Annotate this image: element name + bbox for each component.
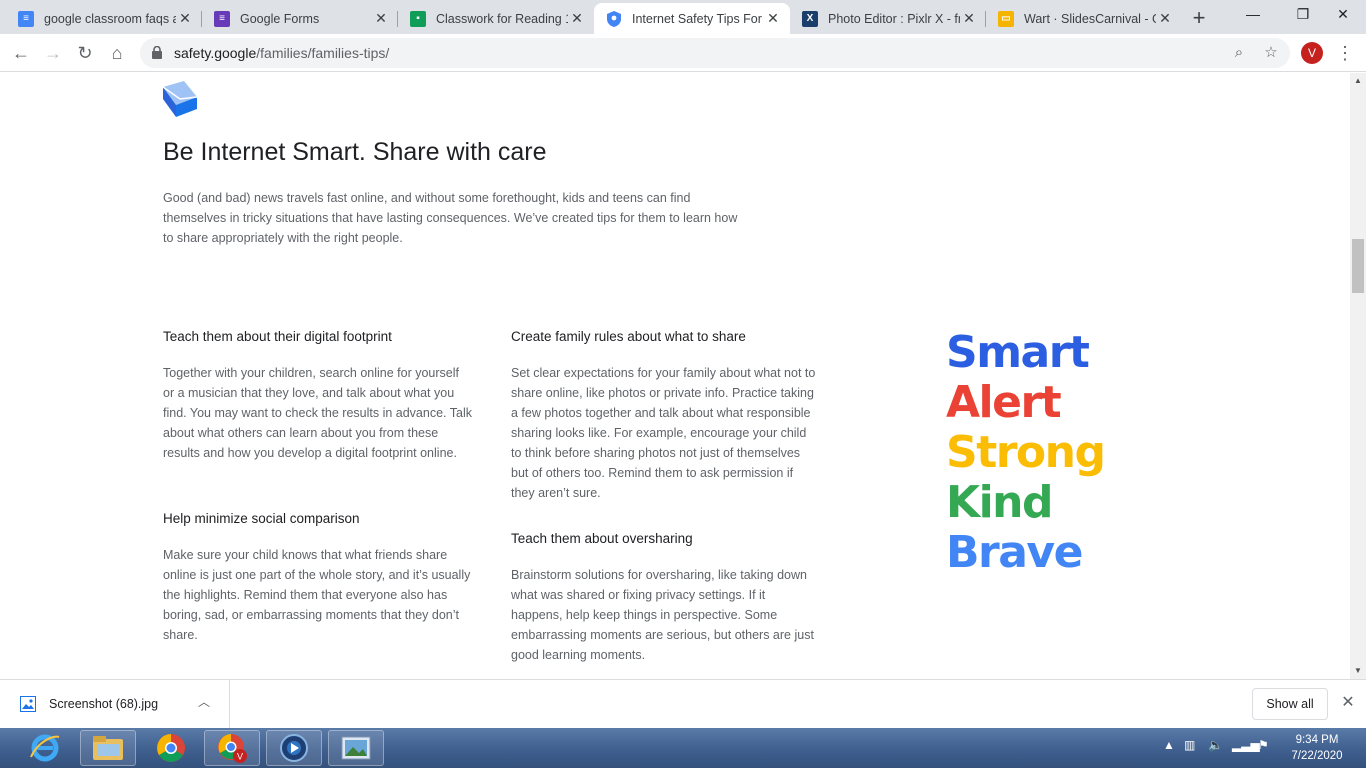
system-clock[interactable]: 9:34 PM 7/22/2020 — [1282, 732, 1352, 764]
tip-title-oversharing: Teach them about oversharing — [511, 531, 693, 546]
tab-strip: ≡ google classroom faqs a ✕ ≡ Google For… — [0, 0, 1366, 34]
tab-title: google classroom faqs a — [44, 11, 176, 26]
lock-icon — [152, 46, 162, 59]
close-download-bar-icon[interactable]: ✕ — [1338, 692, 1358, 714]
pixlr-icon: X — [802, 10, 818, 27]
close-icon[interactable]: ✕ — [568, 10, 586, 27]
url-text[interactable]: safety.google/families/families-tips/ — [174, 45, 389, 61]
photo-viewer-icon[interactable] — [328, 730, 384, 766]
close-icon[interactable]: ✕ — [176, 10, 194, 27]
tip-body-family-rules: Set clear expectations for your family a… — [511, 366, 816, 500]
minimize-button[interactable]: — — [1230, 0, 1276, 30]
tip-title-social-comparison: Help minimize social comparison — [163, 511, 360, 526]
forward-button[interactable]: → — [38, 38, 68, 68]
clock-date: 7/22/2020 — [1291, 750, 1343, 762]
intro-paragraph: Good (and bad) news travels fast online,… — [163, 191, 738, 245]
browser-toolbar: ← → ↻ ⌂ safety.google/families/families-… — [0, 34, 1366, 72]
forms-icon: ≡ — [214, 10, 230, 27]
show-all-button[interactable]: Show all — [1252, 688, 1328, 720]
volume-icon[interactable]: 🔈 — [1208, 738, 1223, 752]
close-icon[interactable]: ✕ — [960, 10, 978, 27]
word-brave: Brave — [946, 527, 1083, 578]
file-explorer-icon[interactable] — [80, 730, 136, 766]
url-path: /families/families-tips/ — [256, 45, 390, 61]
scroll-thumb[interactable] — [1352, 239, 1364, 293]
menu-icon[interactable]: ⋮ — [1336, 40, 1354, 66]
tab-title: Internet Safety Tips For I — [632, 11, 764, 26]
values-word-list: Smart Alert Strong Kind Brave — [946, 327, 1106, 578]
page-scrollbar[interactable]: ▲ ▼ — [1350, 73, 1366, 679]
zoom-icon[interactable]: ⌕ — [1228, 42, 1250, 64]
internet-explorer-icon[interactable] — [22, 730, 68, 766]
chrome-profile-icon[interactable]: V — [204, 730, 260, 766]
download-bar: Screenshot (68).jpg ︿ Show all ✕ — [0, 679, 1366, 728]
page-content: Be Internet Smart. Share with care Good … — [0, 73, 1350, 679]
back-button[interactable]: ← — [6, 38, 36, 68]
tab-google-classroom-faqs[interactable]: ≡ google classroom faqs a ✕ — [6, 3, 202, 34]
close-icon[interactable]: ✕ — [764, 10, 782, 27]
image-file-icon — [20, 696, 36, 712]
tip-body-digital-footprint: Together with your children, search onli… — [163, 366, 472, 460]
tab-title: Classwork for Reading 1( — [436, 11, 568, 26]
tab-title: Photo Editor : Pixlr X - fr — [828, 11, 960, 26]
tab-google-forms[interactable]: ≡ Google Forms ✕ — [202, 3, 398, 34]
shield-icon — [606, 10, 622, 27]
bookmark-star-icon[interactable]: ☆ — [1260, 42, 1282, 64]
slides-icon: ▭ — [998, 10, 1014, 27]
word-smart: Smart — [946, 327, 1090, 378]
tip-body-social-comparison: Make sure your child knows that what fri… — [163, 548, 471, 642]
tab-title: Wart · SlidesCarnival - G — [1024, 11, 1156, 26]
tab-slidescarnival[interactable]: ▭ Wart · SlidesCarnival - G ✕ — [986, 3, 1182, 34]
new-tab-button[interactable]: + — [1186, 5, 1212, 31]
home-button[interactable]: ⌂ — [102, 38, 132, 68]
download-file-name: Screenshot (68).jpg — [49, 697, 159, 711]
svg-text:V: V — [237, 752, 243, 762]
word-strong: Strong — [946, 427, 1106, 478]
tab-classwork[interactable]: ▪ Classwork for Reading 1( ✕ — [398, 3, 594, 34]
close-icon[interactable]: ✕ — [1156, 10, 1174, 27]
tip-title-digital-footprint: Teach them about their digital footprint — [163, 329, 392, 344]
show-hidden-icons-icon[interactable]: ▲ — [1163, 738, 1175, 752]
tab-title: Google Forms — [240, 11, 320, 26]
avatar[interactable]: V — [1301, 42, 1323, 64]
media-player-icon[interactable] — [266, 730, 322, 766]
tab-pixlr[interactable]: X Photo Editor : Pixlr X - fr ✕ — [790, 3, 986, 34]
address-bar[interactable]: safety.google/families/families-tips/ ⌕ … — [140, 38, 1290, 68]
reload-button[interactable]: ↻ — [70, 38, 100, 68]
windows-taskbar: V ▲ ▥ 🔈 ▂▃▅ ⚑ 9:34 PM 7/22/2020 — [0, 728, 1366, 768]
download-item[interactable]: Screenshot (68).jpg ︿ — [0, 680, 230, 728]
clock-time: 9:34 PM — [1295, 734, 1339, 746]
tip-body-oversharing: Brainstorm solutions for oversharing, li… — [511, 568, 814, 662]
word-alert: Alert — [946, 377, 1062, 428]
close-icon[interactable]: ✕ — [372, 10, 390, 27]
network-adapter-icon[interactable]: ▥ — [1184, 738, 1195, 752]
chevron-up-icon[interactable]: ︿ — [198, 693, 210, 710]
scroll-down-arrow[interactable]: ▼ — [1350, 663, 1366, 679]
envelope-icon — [162, 81, 198, 117]
page-title: Be Internet Smart. Share with care — [163, 138, 547, 166]
action-center-flag-icon[interactable]: ⚑ — [1258, 738, 1269, 752]
close-window-button[interactable]: ✕ — [1320, 0, 1366, 30]
tab-internet-safety[interactable]: Internet Safety Tips For I ✕ — [594, 3, 790, 34]
tip-title-family-rules: Create family rules about what to share — [511, 329, 746, 344]
word-kind: Kind — [946, 477, 1054, 528]
scroll-up-arrow[interactable]: ▲ — [1350, 73, 1366, 89]
chrome-icon[interactable] — [144, 730, 198, 766]
docs-icon: ≡ — [18, 10, 34, 27]
url-domain: safety.google — [174, 45, 257, 61]
classroom-icon: ▪ — [410, 10, 426, 27]
signal-icon[interactable]: ▂▃▅ — [1232, 738, 1260, 752]
